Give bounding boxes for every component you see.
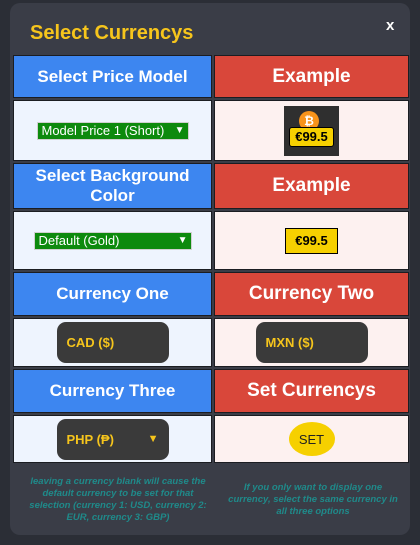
price-model-header: Select Price Model xyxy=(13,55,212,98)
chevron-down-icon: ▼ xyxy=(174,125,185,136)
currency-two-header: Currency Two xyxy=(214,272,409,316)
background-color-select[interactable]: Default (Gold) ▼ xyxy=(33,231,192,250)
price-preview-widget: ₿ €99.5 xyxy=(284,105,339,156)
currency-one-value: CAD ($) xyxy=(66,335,115,350)
single-currency-note: If you only want to display one currency… xyxy=(228,482,398,517)
currency-two-cell: MXN ($) xyxy=(214,318,409,367)
background-preview-label: €99.5 xyxy=(285,227,338,254)
background-color-header: Select Background Color xyxy=(13,163,212,209)
currency-three-cell: PHP (₱) ▼ xyxy=(13,415,212,463)
price-model-select-value: Model Price 1 (Short) xyxy=(41,123,165,138)
example-header-1: Example xyxy=(214,55,409,98)
currency-three-value: PHP (₱) xyxy=(66,431,114,447)
currency-two-value: MXN ($) xyxy=(265,335,314,350)
price-preview-label: €99.5 xyxy=(289,126,334,147)
currency-one-cell: CAD ($) xyxy=(13,318,212,367)
caret-down-icon: ▼ xyxy=(147,433,159,445)
example-header-2: Example xyxy=(214,163,409,209)
background-color-cell: Default (Gold) ▼ xyxy=(13,211,212,270)
currency-two-select[interactable]: MXN ($) xyxy=(255,322,368,363)
background-color-select-value: Default (Gold) xyxy=(38,233,120,248)
currency-one-header: Currency One xyxy=(13,272,212,316)
currency-one-select[interactable]: CAD ($) xyxy=(56,322,169,363)
blank-currency-note: leaving a currency blank will cause the … xyxy=(29,476,207,523)
currency-three-header: Currency Three xyxy=(13,369,212,413)
price-model-select[interactable]: Model Price 1 (Short) ▼ xyxy=(36,121,189,140)
chevron-down-icon: ▼ xyxy=(177,235,188,246)
close-icon[interactable]: x xyxy=(386,17,394,34)
set-button[interactable]: SET xyxy=(288,422,335,456)
dialog-title: Select Currencys xyxy=(30,22,194,44)
price-model-cell: Model Price 1 (Short) ▼ xyxy=(13,100,212,161)
price-preview-cell: ₿ €99.5 xyxy=(214,100,409,161)
set-currencys-header: Set Currencys xyxy=(214,369,409,413)
background-preview-cell: €99.5 xyxy=(214,211,409,270)
set-cell: SET xyxy=(214,415,409,463)
currency-three-select[interactable]: PHP (₱) ▼ xyxy=(56,418,169,460)
